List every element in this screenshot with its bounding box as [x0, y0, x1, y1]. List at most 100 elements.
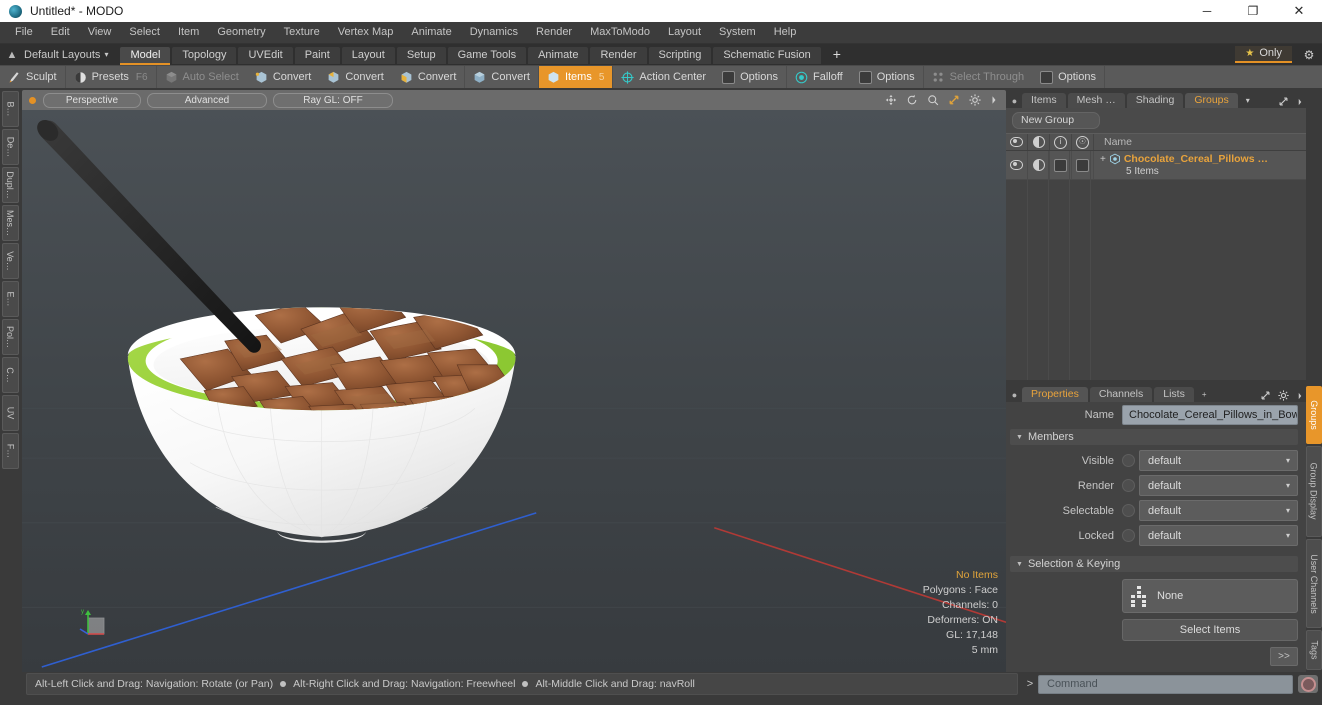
gear-icon[interactable]: ⚙ — [1296, 48, 1322, 62]
left-tab-basic[interactable]: B… — [1, 91, 19, 127]
pan-icon[interactable] — [885, 94, 897, 106]
tab-groups[interactable]: Groups — [1185, 93, 1238, 108]
tab-lists[interactable]: Lists — [1154, 387, 1194, 402]
viewport-projection-dropdown[interactable]: Perspective — [43, 92, 141, 108]
selectable-state-dot[interactable] — [1122, 504, 1135, 517]
layout-tab-scripting[interactable]: Scripting — [648, 47, 712, 64]
panel-menu-dot-icon[interactable]: ● — [1010, 390, 1019, 400]
command-input[interactable]: Command — [1038, 674, 1293, 694]
menu-view[interactable]: View — [79, 22, 121, 43]
add-properties-tab-button[interactable]: + — [1196, 387, 1213, 402]
chevron-right-icon[interactable] — [1296, 97, 1304, 107]
members-section-header[interactable]: ▼ Members — [1010, 429, 1298, 445]
menu-layout[interactable]: Layout — [659, 22, 710, 43]
menu-select[interactable]: Select — [120, 22, 169, 43]
chevron-down-icon[interactable]: ▾ — [1240, 93, 1256, 108]
tab-items[interactable]: Items — [1022, 93, 1066, 108]
render-state-dot[interactable] — [1122, 479, 1135, 492]
column-shading-header[interactable] — [1028, 134, 1050, 150]
layout-tab-layout[interactable]: Layout — [341, 47, 395, 64]
action-center-options-button[interactable]: Options — [714, 66, 786, 88]
left-tab-uv[interactable]: UV — [1, 395, 19, 431]
layout-tab-model[interactable]: Model — [120, 47, 171, 65]
tab-channels[interactable]: Channels — [1089, 387, 1153, 402]
items-mode-button[interactable]: Items 5 — [538, 66, 613, 88]
only-toggle-button[interactable]: ★ Only — [1235, 46, 1292, 63]
column-visible-header[interactable] — [1006, 134, 1028, 150]
gear-icon[interactable] — [969, 94, 981, 106]
auto-select-button[interactable]: Auto Select — [157, 66, 247, 88]
zoom-icon[interactable] — [927, 94, 939, 106]
right-tab-tags[interactable]: Tags — [1306, 630, 1322, 671]
visible-state-dot[interactable] — [1122, 454, 1135, 467]
checkbox-icon[interactable] — [858, 70, 872, 84]
chevron-right-icon[interactable] — [990, 94, 998, 106]
fit-icon[interactable] — [948, 94, 960, 106]
select-through-options-button[interactable]: Options — [1032, 66, 1104, 88]
action-center-button[interactable]: Action Center — [613, 66, 714, 88]
tab-properties[interactable]: Properties — [1022, 387, 1088, 402]
convert-vertex-button[interactable]: Convert — [247, 66, 320, 88]
viewport-menu-dot-icon[interactable] — [29, 96, 36, 104]
maximize-panel-icon[interactable] — [1278, 96, 1289, 107]
menu-dynamics[interactable]: Dynamics — [461, 22, 527, 43]
left-tab-fusion[interactable]: F… — [1, 433, 19, 469]
item-list-body[interactable]: + Chocolate_Cereal_Pillows … 5 Items — [1006, 151, 1306, 380]
layout-tab-schematic-fusion[interactable]: Schematic Fusion — [713, 47, 821, 64]
menu-file[interactable]: File — [6, 22, 42, 43]
sculpt-button[interactable]: Sculpt — [0, 66, 65, 88]
name-field[interactable]: Chocolate_Cereal_Pillows_in_Bow — [1122, 404, 1298, 425]
render-dropdown[interactable]: default ▾ — [1139, 475, 1298, 496]
column-lock-header[interactable]: ☉ — [1072, 134, 1094, 150]
selection-keying-section-header[interactable]: ▼ Selection & Keying — [1010, 556, 1298, 572]
checkbox-icon[interactable] — [722, 70, 736, 84]
layout-tab-animate[interactable]: Animate — [528, 47, 589, 64]
chevron-right-icon[interactable] — [1296, 391, 1304, 401]
falloff-options-button[interactable]: Options — [851, 66, 923, 88]
checkbox-icon[interactable] — [1040, 70, 1054, 84]
left-tab-vertex[interactable]: Ve… — [1, 243, 19, 279]
select-items-button[interactable]: Select Items — [1122, 619, 1298, 641]
menu-animate[interactable]: Animate — [402, 22, 460, 43]
expand-icon[interactable]: + — [1100, 154, 1106, 165]
minimize-button[interactable]: ─ — [1184, 0, 1230, 22]
locked-dropdown[interactable]: default ▾ — [1139, 525, 1298, 546]
tab-mesh-ops[interactable]: Mesh … — [1067, 93, 1125, 108]
visible-dropdown[interactable]: default ▾ — [1139, 450, 1298, 471]
add-layout-tab-button[interactable]: + — [823, 44, 851, 65]
convert-material-button[interactable]: Convert — [465, 66, 538, 88]
viewport-raygl-dropdown[interactable]: Ray GL: OFF — [273, 92, 393, 108]
left-tab-deform[interactable]: De… — [1, 129, 19, 165]
right-tab-user-channels[interactable]: User Channels — [1306, 538, 1322, 629]
presets-button[interactable]: Presets F6 — [66, 66, 156, 88]
maximize-button[interactable]: ❐ — [1230, 0, 1276, 22]
menu-help[interactable]: Help — [765, 22, 806, 43]
layout-tab-uvedit[interactable]: UVEdit — [238, 47, 293, 64]
tab-shading[interactable]: Shading — [1126, 93, 1184, 108]
default-layouts-label[interactable]: Default Layouts — [24, 49, 104, 61]
row-name-cell[interactable]: + Chocolate_Cereal_Pillows … 5 Items — [1094, 153, 1306, 177]
chevron-down-icon[interactable]: ▾ — [104, 50, 108, 59]
menu-system[interactable]: System — [710, 22, 765, 43]
menu-vertex-map[interactable]: Vertex Map — [329, 22, 403, 43]
layout-tab-render[interactable]: Render — [590, 47, 647, 64]
record-macro-button[interactable] — [1298, 675, 1318, 693]
menu-item[interactable]: Item — [169, 22, 208, 43]
left-tab-command[interactable]: C… — [1, 357, 19, 393]
left-tab-polygon[interactable]: Pol… — [1, 319, 19, 355]
left-tab-edge[interactable]: E… — [1, 281, 19, 317]
menu-edit[interactable]: Edit — [42, 22, 79, 43]
left-tab-mesh-edit[interactable]: Mes… — [1, 205, 19, 241]
left-tab-duplicate[interactable]: Dupl… — [1, 167, 19, 203]
column-info-header[interactable]: i — [1050, 134, 1072, 150]
layout-tab-topology[interactable]: Topology — [172, 47, 237, 64]
new-group-button[interactable]: New Group — [1012, 112, 1100, 129]
expand-more-button[interactable]: >> — [1270, 647, 1298, 666]
layout-tab-setup[interactable]: Setup — [396, 47, 446, 64]
convert-edge-button[interactable]: Convert — [319, 66, 392, 88]
menu-maxtomodo[interactable]: MaxToModo — [581, 22, 659, 43]
3d-viewport[interactable]: No Items Polygons : Face Channels: 0 Def… — [22, 110, 1006, 672]
layout-home-icon[interactable]: ▲ — [0, 49, 24, 61]
layout-tab-paint[interactable]: Paint — [294, 47, 340, 64]
close-button[interactable]: ✕ — [1276, 0, 1322, 22]
